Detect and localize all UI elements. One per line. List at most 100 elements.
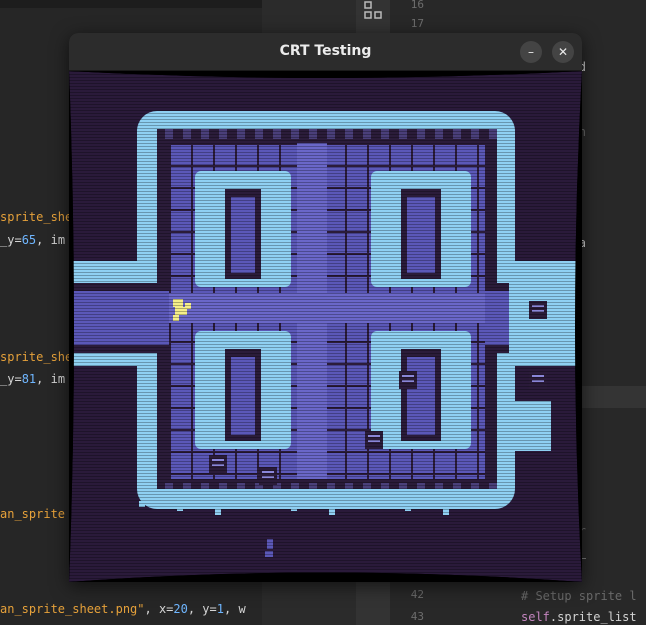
crate-slat [262, 471, 274, 473]
code-token: 65 [21, 233, 37, 247]
pillar-inner-floor [407, 357, 435, 435]
grid-icon[interactable] [364, 1, 382, 19]
crt-game-scene[interactable] [69, 71, 582, 582]
code-line: an_sprite_sheet.png", x=20, y=1, w [0, 602, 246, 616]
line-number: 17 [410, 17, 424, 30]
code-line: _y=81, im [0, 372, 65, 386]
ice-speckle [291, 505, 297, 511]
wall-battlement [309, 483, 317, 489]
code-token: 81 [21, 372, 37, 386]
crt-testing-window[interactable]: CRT Testing – ✕ [69, 33, 582, 582]
player-sprite-arm [185, 303, 191, 309]
wall-battlement [201, 129, 209, 139]
code-line: self.sprite_list [521, 610, 637, 624]
code-token: sprite_she [0, 350, 73, 364]
ice-speckle [329, 509, 335, 515]
crate-slat [532, 375, 544, 377]
wall-battlement [417, 483, 425, 489]
ice-speckle [367, 501, 373, 507]
crate-slat [368, 440, 380, 442]
crate-slat [262, 476, 274, 478]
wall-battlement [273, 129, 281, 139]
code-token: an_sprite [0, 507, 66, 521]
code-token: .sprite_list [549, 610, 637, 624]
ice-speckle [405, 505, 411, 511]
wall-battlement [345, 129, 353, 139]
wall-battlement [309, 129, 317, 139]
line-number: 42 [410, 588, 424, 601]
close-button[interactable]: ✕ [552, 41, 574, 63]
code-token: , im [36, 372, 66, 386]
wall-battlement [381, 129, 389, 139]
wall-battlement [399, 129, 407, 139]
editor-tab-bar [0, 0, 262, 8]
wall-battlement [327, 483, 335, 489]
code-token: , x= [144, 602, 174, 616]
wall-battlement [183, 129, 191, 139]
wall-battlement [219, 129, 227, 139]
ice-speckle [253, 501, 259, 507]
code-token: , w [224, 602, 246, 616]
wall-battlement [327, 129, 335, 139]
line-number: 16 [410, 0, 424, 11]
code-token: 20 [173, 602, 188, 616]
wall-battlement [345, 483, 353, 489]
code-line: # Setup sprite l [521, 589, 637, 603]
code-token: , y= [187, 602, 217, 616]
wall-battlement [291, 483, 299, 489]
wall-battlement [489, 483, 497, 489]
code-token: _y= [0, 372, 22, 386]
ice-speckle [443, 509, 449, 515]
window-titlebar[interactable]: CRT Testing – ✕ [69, 33, 582, 71]
code-line: sprite_she [0, 210, 72, 224]
wall-battlement [255, 129, 263, 139]
wall-battlement [471, 483, 479, 489]
wall-battlement [165, 129, 173, 139]
code-token: 1 [216, 602, 224, 616]
line-number: 43 [410, 610, 424, 623]
wall-battlement [219, 483, 227, 489]
bottom-fragment [265, 551, 273, 557]
wall-battlement [435, 483, 443, 489]
wall-battlement [471, 129, 479, 139]
wall-battlement [237, 483, 245, 489]
wall-battlement [453, 129, 461, 139]
crate-slat [368, 435, 380, 437]
crate-slat [402, 380, 414, 382]
wall-battlement [291, 129, 299, 139]
wall-battlement [435, 129, 443, 139]
ice-speckle [215, 509, 221, 515]
code-token: # Setup sprite l [521, 589, 637, 603]
pillar-inner-floor [231, 357, 255, 435]
ice-speckle [139, 501, 145, 507]
wall-battlement [165, 483, 173, 489]
pillar-inner-floor [231, 197, 255, 273]
crate-slat [532, 310, 544, 312]
ice-patch-right [515, 401, 551, 451]
window-title: CRT Testing [279, 43, 372, 59]
ice-speckle [177, 505, 183, 511]
crate-slat [402, 375, 414, 377]
wall-battlement [201, 483, 209, 489]
game-viewport[interactable] [69, 71, 582, 582]
crate-slat [532, 380, 544, 382]
wall-battlement [489, 129, 497, 139]
wall-battlement [417, 129, 425, 139]
crate-slat [532, 305, 544, 307]
code-token: _y= [0, 233, 22, 247]
code-token: self [521, 610, 550, 624]
code-line: sprite_she [0, 350, 72, 364]
wall-battlement [363, 483, 371, 489]
ice-speckle [481, 501, 487, 507]
minimize-button[interactable]: – [520, 41, 542, 63]
player-sprite-leg [173, 315, 179, 321]
code-line: an_sprite [0, 507, 65, 521]
code-line: _y=65, im [0, 233, 65, 247]
code-token: an_sprite_sheet.png" [0, 602, 145, 616]
wall-battlement [237, 129, 245, 139]
wall-battlement [183, 483, 191, 489]
central-aisle-horizontal [169, 293, 485, 323]
crate-slat [212, 464, 224, 466]
code-token: sprite_she [0, 210, 73, 224]
wall-battlement [399, 483, 407, 489]
